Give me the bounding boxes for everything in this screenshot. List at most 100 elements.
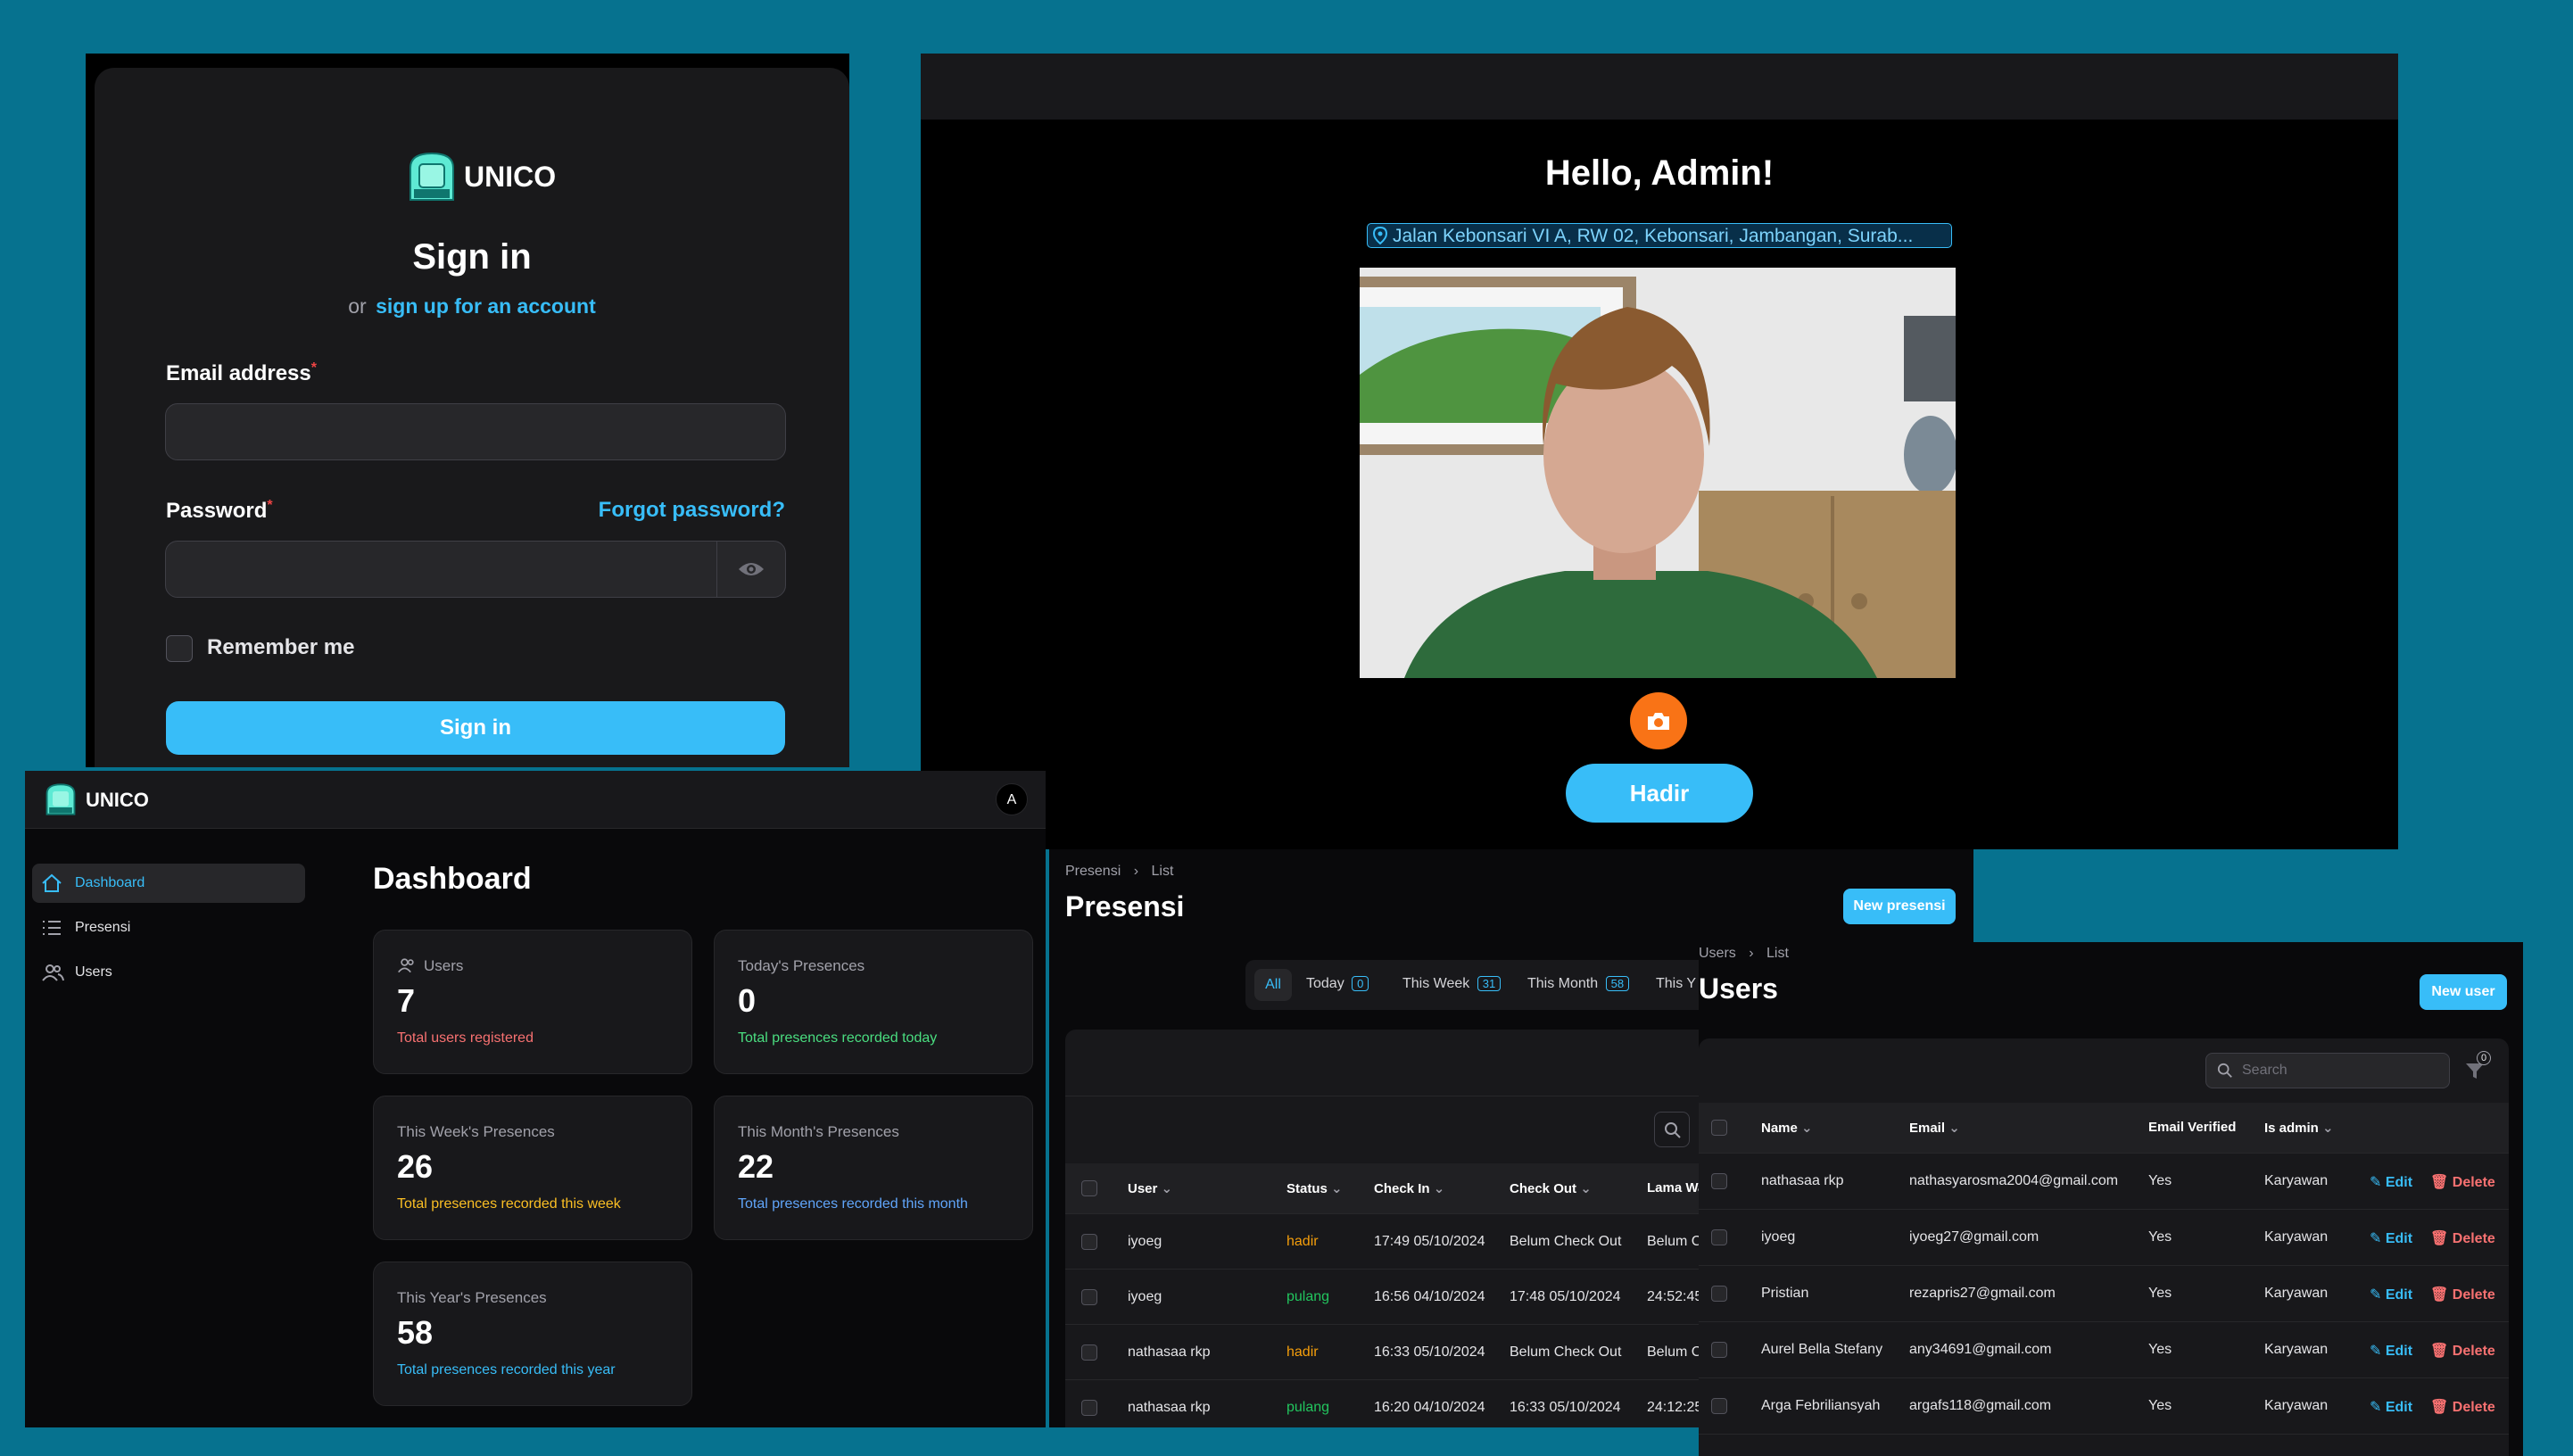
cell-user: iyoeg [1128,1234,1162,1249]
column-label: Status [1286,1181,1328,1196]
stat-value: 7 [397,982,416,1019]
home-icon [41,873,62,893]
cell-email-verified: Yes [2148,1229,2172,1245]
table-row[interactable]: nathasaa rkp nathasyarosma2004@gmail.com… [1699,1153,2509,1210]
edit-button[interactable]: ✎ Edit [2370,1286,2412,1303]
column-label: Is admin [2264,1121,2319,1136]
cell-check-in: 16:56 04/10/2024 [1374,1289,1485,1304]
capture-photo-button[interactable] [1630,692,1687,749]
delete-button[interactable]: 🗑 Delete [2430,1342,2495,1360]
stat-value: 22 [738,1148,774,1185]
tab-this-month[interactable]: This Month 58 [1527,976,1630,992]
tab-today[interactable]: Today 0 [1306,976,1369,992]
edit-button[interactable]: ✎ Edit [2370,1173,2412,1191]
camera-preview-illustration [1360,268,1956,678]
row-checkbox[interactable] [1081,1289,1097,1305]
delete-button[interactable]: 🗑 Delete [2430,1229,2495,1247]
column-label: Check Out [1510,1181,1577,1196]
remember-checkbox[interactable] [166,635,193,662]
cell-email-verified: Yes [2148,1342,2172,1357]
column-label: Name [1761,1121,1798,1136]
delete-label: Delete [2452,1231,2495,1246]
cell-status: pulang [1286,1400,1330,1415]
cell-lama-waktu: 24:52:45 [1647,1289,1703,1304]
toggle-visibility-button[interactable] [716,542,785,597]
list-icon [41,919,62,937]
tab-this-year[interactable]: This Y [1656,976,1696,992]
column-header-is-admin[interactable]: Is admin ⌄ [2264,1120,2334,1136]
row-checkbox[interactable] [1081,1400,1097,1416]
row-checkbox[interactable] [1711,1286,1727,1302]
sidebar-item-dashboard[interactable]: Dashboard [32,864,305,903]
sidebar-item-presensi[interactable]: Presensi [32,908,305,947]
edit-button[interactable]: ✎ Edit [2370,1342,2412,1360]
table-row[interactable]: Pristian rezapris27@gmail.com Yes Karyaw… [1699,1265,2509,1322]
delete-button[interactable]: 🗑 Delete [2430,1173,2495,1191]
cell-email-verified: Yes [2148,1173,2172,1188]
breadcrumb-item[interactable]: Presensi [1065,864,1121,879]
row-checkbox[interactable] [1711,1398,1727,1414]
row-checkbox[interactable] [1711,1229,1727,1245]
search-button[interactable] [1654,1112,1690,1147]
stat-label: This Year's Presences [397,1289,547,1306]
signup-link[interactable]: sign up for an account [376,294,596,318]
search-input[interactable]: Search [2205,1053,2450,1088]
edit-icon: ✎ [2370,1344,2382,1359]
hadir-button[interactable]: Hadir [1566,764,1753,823]
topbar [921,54,2398,120]
search-icon [2217,1063,2233,1079]
users-icon [41,964,64,981]
row-checkbox[interactable] [1711,1342,1727,1358]
column-header-check-in[interactable]: Check In ⌄ [1374,1180,1444,1196]
tab-all[interactable]: All [1254,969,1292,1001]
search-icon [1664,1121,1682,1139]
trash-icon: 🗑 [2430,1175,2449,1190]
column-header-status[interactable]: Status ⌄ [1286,1180,1343,1196]
chevron-right-icon: › [1749,946,1754,961]
row-checkbox[interactable] [1081,1234,1097,1250]
edit-label: Edit [2385,1175,2413,1190]
table-row[interactable]: Arga Febriliansyah argafs118@gmail.com Y… [1699,1377,2509,1435]
stat-description: Total presences recorded this month [738,1196,968,1212]
column-header-email-verified[interactable]: Email Verified [2148,1120,2236,1135]
new-presensi-button[interactable]: New presensi [1843,889,1956,924]
unico-logo-icon [45,782,77,817]
delete-button[interactable]: 🗑 Delete [2430,1398,2495,1416]
email-field[interactable] [165,403,786,460]
table-header: Name ⌄ Email ⌄ Email Verified Is admin ⌄ [1699,1103,2509,1153]
forgot-password-link[interactable]: Forgot password? [599,498,785,523]
delete-button[interactable]: 🗑 Delete [2430,1286,2495,1303]
breadcrumb-item[interactable]: Users [1699,946,1736,961]
cell-status: hadir [1286,1234,1319,1249]
password-field[interactable] [165,541,786,598]
delete-label: Delete [2452,1287,2495,1303]
stat-label: This Month's Presences [738,1123,899,1140]
sort-icon: ⌄ [1801,1121,1813,1136]
row-checkbox[interactable] [1711,1173,1727,1189]
select-all-checkbox[interactable] [1081,1180,1097,1196]
breadcrumb: Presensi › List [1065,864,1173,880]
email-label: Email address* [166,360,317,386]
edit-button[interactable]: ✎ Edit [2370,1398,2412,1416]
signin-button[interactable]: Sign in [166,701,785,755]
camera-feed [1360,268,1956,678]
tab-this-week[interactable]: This Week 31 [1402,976,1502,992]
column-header-name[interactable]: Name ⌄ [1761,1120,1813,1136]
avatar[interactable]: A [996,783,1028,815]
column-header-email[interactable]: Email ⌄ [1909,1120,1960,1136]
sidebar-item-users[interactable]: Users [32,953,305,992]
cell-user: nathasaa rkp [1128,1400,1211,1415]
row-checkbox[interactable] [1081,1344,1097,1361]
breadcrumb-item: List [1766,946,1789,961]
edit-button[interactable]: ✎ Edit [2370,1229,2412,1247]
table-row[interactable]: Aurel Bella Stefany any34691@gmail.com Y… [1699,1321,2509,1378]
filter-button[interactable]: 0 [2464,1051,2491,1081]
eye-icon [737,557,765,582]
new-user-button[interactable]: New user [2420,974,2507,1010]
column-header-check-out[interactable]: Check Out ⌄ [1510,1180,1592,1196]
table-row[interactable]: iyoeg iyoeg27@gmail.com Yes Karyawan ✎ E… [1699,1209,2509,1266]
stat-description: Total presences recorded this year [397,1362,616,1377]
select-all-checkbox[interactable] [1711,1120,1727,1136]
cell-check-out: 16:33 05/10/2024 [1510,1400,1621,1415]
column-header-user[interactable]: User ⌄ [1128,1180,1172,1196]
